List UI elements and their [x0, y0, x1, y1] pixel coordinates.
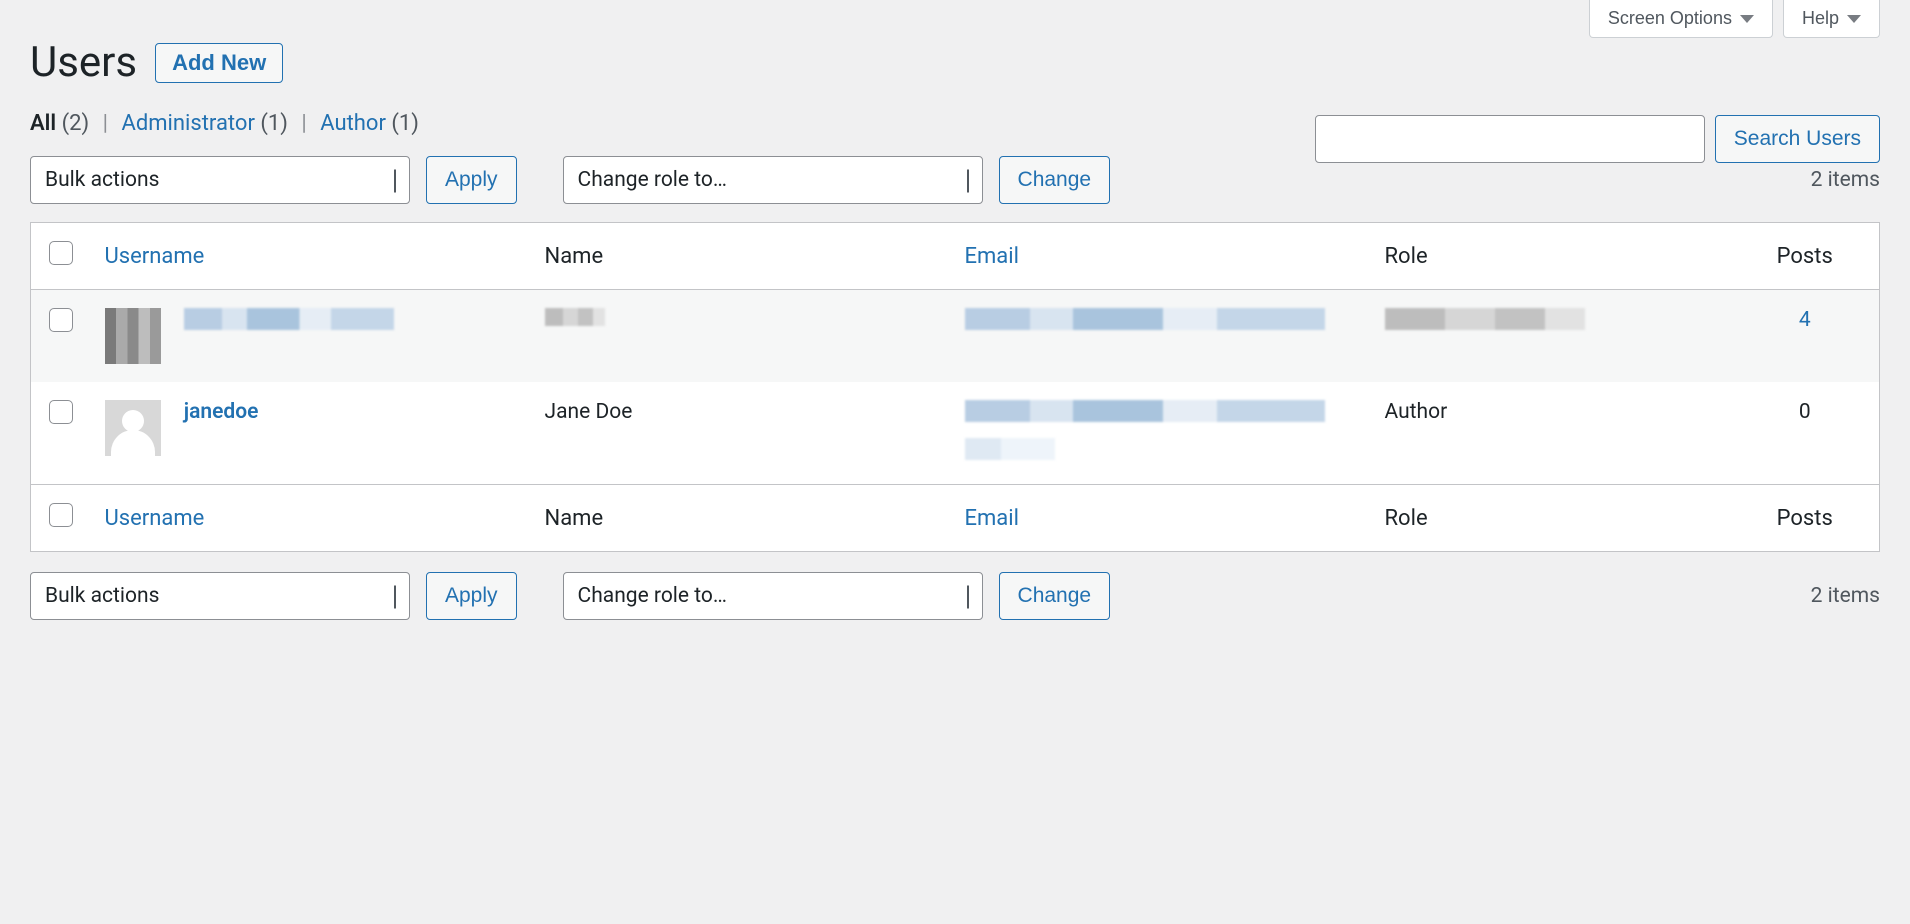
change-button[interactable]: Change [999, 572, 1111, 620]
avatar [105, 400, 161, 456]
apply-button[interactable]: Apply [426, 156, 517, 204]
col-posts: Posts [1731, 223, 1880, 290]
change-role-select[interactable]: Change role to… [563, 572, 983, 620]
role-cell: Author [1371, 382, 1731, 485]
caret-down-icon [1740, 15, 1754, 23]
username-redacted [184, 308, 394, 330]
avatar [105, 308, 161, 364]
col-name: Name [531, 485, 951, 552]
col-email[interactable]: Email [965, 244, 1019, 269]
col-role: Role [1371, 223, 1731, 290]
col-username[interactable]: Username [105, 506, 205, 531]
filter-all[interactable]: All (2) [30, 111, 95, 136]
col-name: Name [531, 223, 951, 290]
select-all-checkbox[interactable] [49, 503, 73, 527]
col-username[interactable]: Username [105, 244, 205, 269]
apply-button[interactable]: Apply [426, 572, 517, 620]
screen-options-button[interactable]: Screen Options [1589, 0, 1773, 38]
bulk-actions-select[interactable]: Bulk actions [30, 156, 410, 204]
table-row: janedoe Jane Doe Author 0 [31, 382, 1880, 485]
row-checkbox[interactable] [49, 400, 73, 424]
filter-administrator[interactable]: Administrator (1) [121, 111, 293, 136]
items-count: 2 items [1811, 584, 1880, 608]
search-input[interactable] [1315, 115, 1705, 163]
email-redacted [965, 308, 1325, 330]
posts-cell: 0 [1731, 382, 1880, 485]
col-posts: Posts [1731, 485, 1880, 552]
table-row: 4 [31, 290, 1880, 383]
change-role-select[interactable]: Change role to… [563, 156, 983, 204]
filter-author[interactable]: Author (1) [320, 111, 419, 136]
add-new-button[interactable]: Add New [155, 43, 283, 83]
email-redacted [965, 438, 1055, 460]
change-button[interactable]: Change [999, 156, 1111, 204]
bulk-actions-select[interactable]: Bulk actions [30, 572, 410, 620]
col-role: Role [1371, 485, 1731, 552]
search-button[interactable]: Search Users [1715, 115, 1880, 163]
name-redacted [545, 308, 605, 326]
users-table: Username Name Email Role Posts 4 janedoe [30, 222, 1880, 552]
page-title: Users [30, 38, 137, 87]
select-all-checkbox[interactable] [49, 241, 73, 265]
help-button[interactable]: Help [1783, 0, 1880, 38]
name-cell: Jane Doe [531, 382, 951, 485]
row-checkbox[interactable] [49, 308, 73, 332]
screen-options-label: Screen Options [1608, 8, 1732, 29]
role-redacted [1385, 308, 1585, 330]
username-link[interactable]: janedoe [184, 400, 259, 424]
caret-down-icon [1847, 15, 1861, 23]
email-redacted [965, 400, 1325, 422]
posts-link[interactable]: 4 [1799, 308, 1811, 332]
help-label: Help [1802, 8, 1839, 29]
items-count: 2 items [1811, 168, 1880, 192]
col-email[interactable]: Email [965, 506, 1019, 531]
